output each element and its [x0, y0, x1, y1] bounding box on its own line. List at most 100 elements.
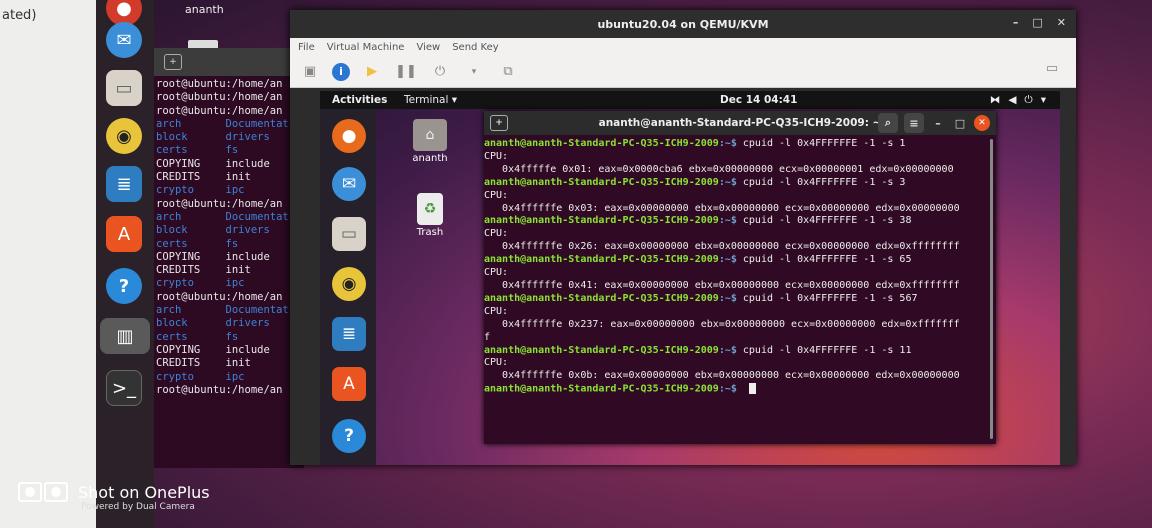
prompt-line: ananth@ananth-Standard-PC-Q35-ICH9-2009:…: [484, 215, 996, 228]
oneplus-camera-logo: [18, 482, 68, 502]
rhythmbox-icon[interactable]: ◉: [106, 118, 142, 154]
host-side-panel-text: ated): [2, 8, 37, 23]
network-icon: ⧓: [989, 93, 1001, 106]
minimize-icon[interactable]: –: [930, 117, 946, 130]
power-menu-chevron-icon[interactable]: ▾: [462, 62, 486, 82]
root-terminal-line: block drivers: [156, 224, 270, 237]
command-text: cpuid -l 0x4FFFFFFE -1 -s 11: [736, 344, 912, 356]
root-terminal-line: block drivers: [156, 317, 270, 330]
vm-menu-item[interactable]: File: [298, 42, 315, 53]
thunderbird-icon[interactable]: ✉: [106, 22, 142, 58]
root-terminal-header: +: [154, 48, 304, 76]
firefox-icon[interactable]: ●: [332, 119, 366, 153]
root-terminal-line: crypto ipc: [156, 184, 245, 197]
desktop-home-label: ananth: [412, 153, 448, 164]
command-text: cpuid -l 0x4FFFFFFE -1 -s 3: [736, 176, 906, 188]
activities-button[interactable]: Activities: [332, 94, 387, 106]
software-icon[interactable]: A: [332, 367, 366, 401]
maximize-icon[interactable]: □: [952, 117, 968, 130]
host-side-panel: ated): [0, 0, 96, 528]
new-tab-icon[interactable]: +: [164, 54, 182, 70]
trash-icon: ♻: [417, 193, 443, 225]
desktop-trash-label: Trash: [416, 227, 444, 238]
root-terminal-line: COPYING include: [156, 343, 270, 356]
help-icon[interactable]: ?: [106, 268, 142, 304]
clock[interactable]: Dec 14 04:41: [720, 94, 797, 106]
hamburger-menu-icon[interactable]: ≡: [904, 113, 924, 133]
root-terminal-line: arch Documentati: [156, 210, 296, 223]
guest-terminal-header: + ananth@ananth-Standard-PC-Q35-ICH9-200…: [484, 111, 996, 135]
vm-menu-item[interactable]: View: [416, 42, 440, 53]
output-line: CPU:: [484, 228, 509, 240]
vm-window: ubuntu20.04 on QEMU/KVM – □ ✕ File Virtua…: [290, 10, 1076, 465]
prompt-user: ananth@ananth-Standard-PC-Q35-ICH9-2009: [484, 344, 719, 356]
search-icon[interactable]: ⌕: [878, 113, 898, 133]
root-terminal-line: certs fs: [156, 237, 239, 250]
virt-manager-icon[interactable]: ▥: [100, 318, 150, 354]
prompt-line: ananth@ananth-Standard-PC-Q35-ICH9-2009:…: [484, 138, 996, 151]
prompt-user: ananth@ananth-Standard-PC-Q35-ICH9-2009: [484, 383, 719, 395]
root-terminal-line: certs fs: [156, 330, 239, 343]
fullscreen-icon[interactable]: ▭: [1040, 58, 1064, 78]
prompt-user: ananth@ananth-Standard-PC-Q35-ICH9-2009: [484, 215, 719, 227]
command-text: cpuid -l 0x4FFFFFFE -1 -s 65: [736, 254, 912, 266]
close-icon[interactable]: ✕: [974, 115, 990, 131]
vm-menu-item[interactable]: Send Key: [452, 42, 499, 53]
host-root-terminal[interactable]: + root@ubuntu:/home/an root@ubuntu:/home/…: [154, 48, 304, 468]
terminal-app-menu[interactable]: Terminal ▾: [404, 94, 457, 106]
writer-icon[interactable]: ≣: [106, 166, 142, 202]
rhythmbox-icon[interactable]: ◉: [332, 267, 366, 301]
prompt-line: ananth@ananth-Standard-PC-Q35-ICH9-2009:…: [484, 254, 996, 267]
system-status-area[interactable]: ⧓ ◀ ⏻ ▾: [990, 94, 1046, 107]
output-line: 0x4fffffe 0x01: eax=0x0000cba6 ebx=0x000…: [484, 163, 954, 175]
new-tab-icon[interactable]: +: [490, 115, 508, 131]
prompt-user: ananth@ananth-Standard-PC-Q35-ICH9-2009: [484, 176, 719, 188]
root-terminal-line: arch Documentati: [156, 304, 296, 317]
root-terminal-line: block drivers: [156, 131, 270, 144]
terminal-icon[interactable]: >_: [106, 370, 142, 406]
prompt-line: ananth@ananth-Standard-PC-Q35-ICH9-2009:…: [484, 383, 996, 396]
prompt-path: :~$: [718, 254, 737, 266]
files-icon[interactable]: ▭: [332, 217, 366, 251]
files-icon[interactable]: ▭: [106, 70, 142, 106]
pause-icon[interactable]: ❚❚: [394, 62, 418, 82]
writer-icon[interactable]: ≣: [332, 317, 366, 351]
prompt-path: :~$: [718, 215, 737, 227]
command-text: cpuid -l 0x4FFFFFFE -1 -s 38: [736, 215, 912, 227]
console-icon[interactable]: ▣: [298, 62, 322, 82]
thunderbird-icon[interactable]: ✉: [332, 167, 366, 201]
output-line: 0x4ffffffe 0x41: eax=0x00000000 ebx=0x00…: [484, 279, 960, 291]
vm-toolbar: ▣ i ▶ ❚❚ ⏻ ▾ ⧉: [290, 56, 1076, 88]
close-icon[interactable]: ✕: [1057, 16, 1066, 29]
output-line: 0x4ffffffe 0x0b: eax=0x00000000 ebx=0x00…: [484, 370, 960, 382]
guest-screen[interactable]: Activities Terminal ▾ Dec 14 04:41 ⧓ ◀ ⏻…: [320, 91, 1060, 465]
desktop-trash[interactable]: ♻ Trash: [400, 193, 460, 238]
output-line: f: [484, 331, 491, 343]
prompt-line: ananth@ananth-Standard-PC-Q35-ICH9-2009:…: [484, 345, 996, 358]
power-icon[interactable]: ⏻: [428, 62, 452, 82]
host-user-label: ananth: [185, 3, 224, 16]
snapshot-icon[interactable]: ⧉: [496, 62, 520, 82]
terminal-scrollbar[interactable]: [990, 139, 993, 439]
root-terminal-line: crypto ipc: [156, 370, 245, 383]
software-icon[interactable]: A: [106, 216, 142, 252]
power-status-icon: ⏻: [1024, 93, 1033, 106]
prompt-path: :~$: [718, 292, 737, 304]
root-terminal-line: root@ubuntu:/home/an: [156, 290, 283, 303]
run-icon[interactable]: ▶: [360, 62, 384, 82]
help-icon[interactable]: ?: [332, 419, 366, 453]
prompt-path: :~$: [718, 344, 737, 356]
watermark-sub-text: Powered by Dual Camera: [81, 502, 195, 512]
maximize-icon[interactable]: □: [1032, 16, 1042, 29]
minimize-icon[interactable]: –: [1013, 16, 1019, 29]
root-terminal-line: root@ubuntu:/home/an: [156, 91, 283, 104]
info-icon[interactable]: i: [332, 62, 350, 81]
desktop-home-folder[interactable]: ⌂ ananth: [400, 119, 460, 164]
root-terminal-line: root@ubuntu:/home/an: [156, 383, 283, 396]
guest-terminal-output[interactable]: ananth@ananth-Standard-PC-Q35-ICH9-2009:…: [484, 135, 996, 444]
vm-menu-item[interactable]: Virtual Machine: [327, 42, 405, 53]
guest-terminal-window[interactable]: + ananth@ananth-Standard-PC-Q35-ICH9-200…: [484, 111, 996, 444]
root-terminal-line: CREDITS init: [156, 171, 251, 184]
vm-title: ubuntu20.04 on QEMU/KVM: [597, 17, 769, 31]
root-terminal-output: root@ubuntu:/home/an root@ubuntu:/home/an…: [154, 76, 304, 399]
